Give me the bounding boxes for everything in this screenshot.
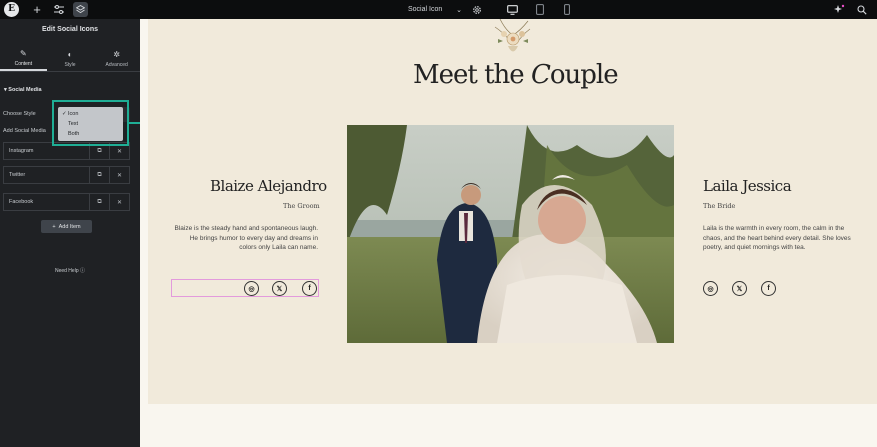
couple-photo[interactable] bbox=[347, 125, 674, 343]
duplicate-icon[interactable]: ⧉ bbox=[89, 194, 109, 210]
search-icon[interactable] bbox=[855, 2, 869, 17]
repeater-item-label: Facebook bbox=[9, 199, 34, 205]
pencil-icon: ✎ bbox=[19, 48, 27, 58]
add-item-button[interactable]: + Add Item bbox=[41, 220, 92, 233]
page-settings-gear-icon[interactable] bbox=[471, 2, 483, 17]
add-social-media-label: Add Social Media bbox=[3, 128, 46, 134]
heading-text-end: ouple bbox=[549, 60, 619, 90]
section-title: Social Media bbox=[8, 87, 42, 93]
groom-name[interactable]: Blaize Alejandro bbox=[210, 177, 327, 195]
choose-style-dropdown: Icon Text Both bbox=[58, 107, 123, 141]
close-icon[interactable]: ✕ bbox=[109, 167, 129, 183]
repeater-item-label: Instagram bbox=[9, 148, 34, 154]
tab-label: Style bbox=[64, 61, 76, 68]
close-icon[interactable]: ✕ bbox=[109, 194, 129, 210]
tab-style[interactable]: ◐ Style bbox=[47, 46, 94, 71]
page-title: Social Icon bbox=[408, 6, 443, 13]
floral-ornament-icon bbox=[494, 19, 531, 52]
repeater-item-facebook[interactable]: Facebook ⧉ ✕ bbox=[3, 193, 130, 211]
groom-bio[interactable]: Blaize is the steady hand and spontaneou… bbox=[172, 224, 318, 253]
tab-content[interactable]: ✎ Content bbox=[0, 46, 47, 71]
add-item-label: Add Item bbox=[58, 223, 81, 230]
add-element-icon[interactable]: + bbox=[31, 2, 43, 17]
section-header-social-media[interactable]: ▾ Social Media bbox=[4, 87, 42, 93]
need-help-link[interactable]: Need Help ⓘ bbox=[0, 267, 140, 274]
instagram-icon[interactable]: ◎ bbox=[244, 281, 259, 296]
panel-title: Edit Social Icons bbox=[41, 26, 98, 33]
tab-label: Content bbox=[14, 60, 33, 67]
x-twitter-icon[interactable]: 𝕏 bbox=[732, 281, 747, 296]
elementor-logo-icon[interactable]: E bbox=[4, 2, 19, 17]
heading-text-start: Meet the bbox=[413, 60, 531, 90]
instagram-icon[interactable]: ◎ bbox=[703, 281, 718, 296]
groom-role[interactable]: The Groom bbox=[283, 202, 320, 210]
tablet-view-icon[interactable] bbox=[533, 2, 547, 17]
repeater-item-label: Twitter bbox=[9, 172, 26, 178]
duplicate-icon[interactable]: ⧉ bbox=[89, 167, 109, 183]
ai-sparkle-icon[interactable] bbox=[832, 2, 846, 17]
panel-tabs: ✎ Content ◐ Style ✲ Advanced bbox=[0, 46, 140, 72]
plus-icon: + bbox=[52, 223, 56, 230]
bride-bio[interactable]: Laila is the warmth in every room, the c… bbox=[703, 224, 853, 253]
page-title-selector[interactable]: Social Icon ⌄ bbox=[408, 3, 462, 16]
help-circle-icon: ⓘ bbox=[80, 268, 86, 274]
editor-panel: Edit Social Icons ✎ Content ◐ Style ✲ Ad… bbox=[0, 19, 140, 447]
choose-style-label: Choose Style bbox=[3, 111, 36, 117]
bride-name[interactable]: Laila Jessica bbox=[703, 177, 792, 195]
mobile-view-icon[interactable] bbox=[560, 2, 574, 17]
facebook-icon[interactable]: f bbox=[302, 281, 317, 296]
structure-layers-icon[interactable] bbox=[73, 2, 88, 17]
x-twitter-icon[interactable]: 𝕏 bbox=[272, 281, 287, 296]
tab-label: Advanced bbox=[105, 61, 128, 68]
dropdown-option-text[interactable]: Text bbox=[62, 119, 123, 129]
dropdown-option-both[interactable]: Both bbox=[62, 129, 123, 139]
half-circle-icon: ◐ bbox=[67, 49, 73, 59]
heading-script-letter: C bbox=[530, 60, 551, 90]
desktop-view-icon[interactable] bbox=[505, 2, 519, 17]
section-heading[interactable]: Meet the Couple bbox=[413, 60, 619, 90]
tab-advanced[interactable]: ✲ Advanced bbox=[93, 46, 140, 71]
top-bar: E + Social Icon ⌄ bbox=[0, 0, 877, 19]
repeater-item-twitter[interactable]: Twitter ⧉ ✕ bbox=[3, 166, 130, 184]
facebook-icon[interactable]: f bbox=[761, 281, 776, 296]
dropdown-option-icon[interactable]: Icon bbox=[62, 109, 123, 119]
bride-role[interactable]: The Bride bbox=[703, 202, 735, 210]
need-help-label: Need Help bbox=[54, 268, 79, 274]
site-settings-icon[interactable] bbox=[53, 2, 65, 17]
gear-icon: ✲ bbox=[113, 49, 121, 59]
chevron-down-icon: ⌄ bbox=[456, 6, 462, 14]
